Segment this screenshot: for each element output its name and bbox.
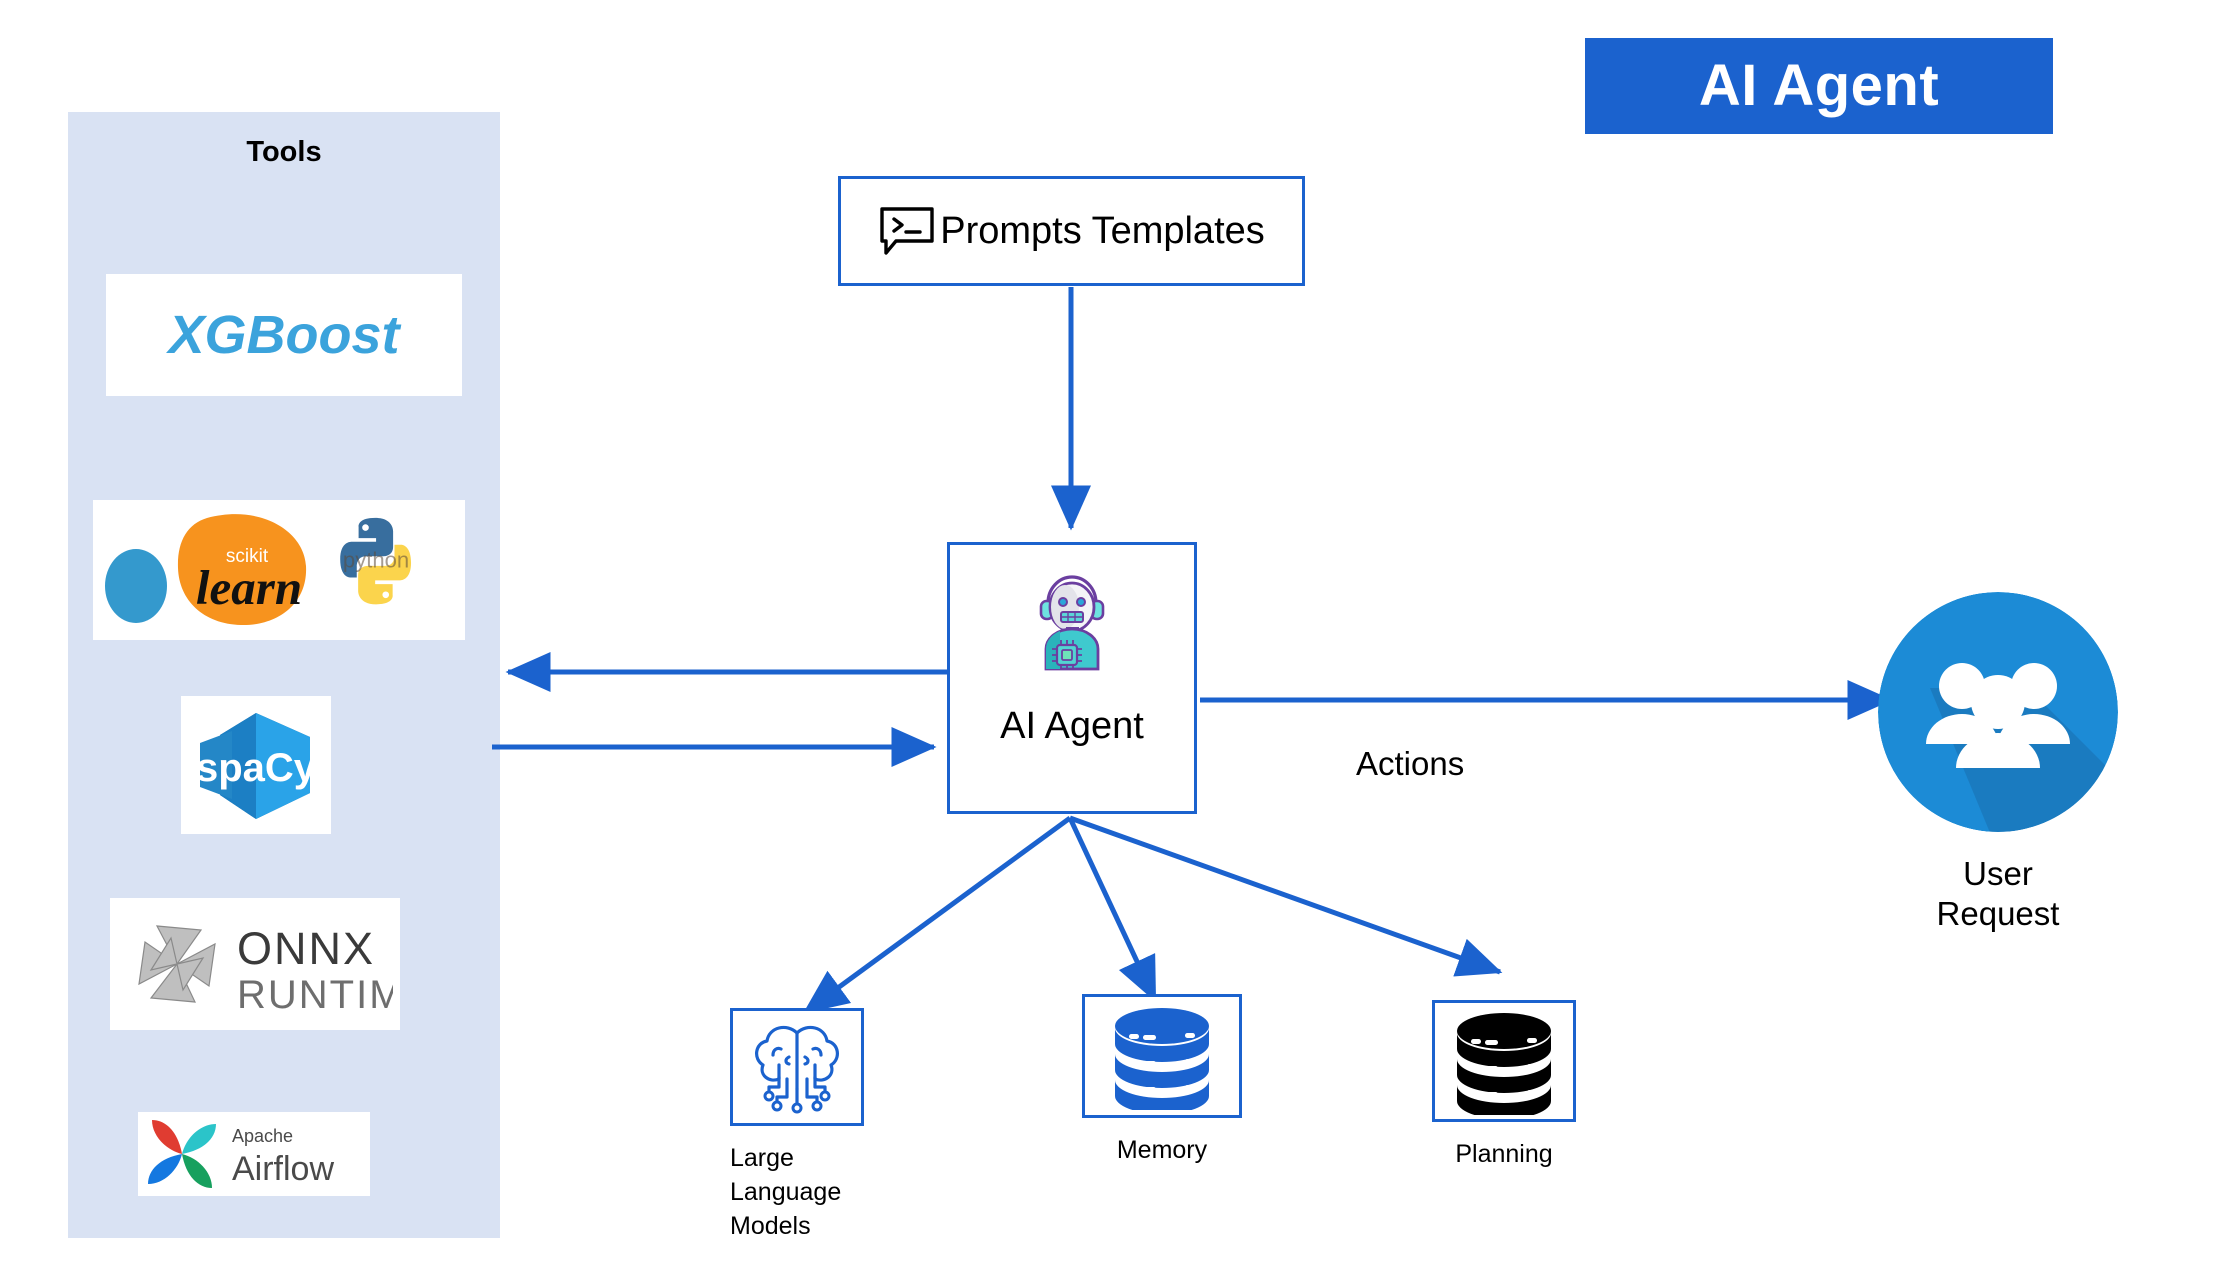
page-title: AI Agent [1698,53,1940,118]
svg-text:XGBoost: XGBoost [165,305,401,365]
database-icon [1457,1013,1551,1115]
memory-label: Memory [1116,1136,1208,1164]
edge-agent-to-llm [802,815,1072,1015]
ai-agent-label: AI Agent [1000,705,1144,747]
tool-card-spacy[interactable]: spaCy [181,696,331,834]
capability-node-llm[interactable]: Large Language Models [730,1008,864,1243]
robot-agent-icon [1039,575,1105,671]
spacy-logo: spaCy [196,713,317,819]
planning-icon-box [1432,1000,1576,1122]
capability-node-planning[interactable]: Planning [1432,1000,1576,1172]
onnx-runtime-logo: ONNX RUNTIME [138,923,393,1017]
edge-agent-to-memory [1067,816,1158,1003]
tool-card-xgboost[interactable]: XGBoost [106,274,462,396]
tool-card-apache-airflow[interactable]: Apache Airflow [138,1112,370,1196]
prompts-templates-label: Prompts Templates [940,209,1265,252]
tools-panel: Tools XGBoost scikit learn python spaCy … [68,112,500,1238]
users-group-icon-circle [1878,592,2118,832]
svg-text:ONNX: ONNX [237,923,375,974]
svg-text:python: python [343,548,409,573]
svg-text:spaCy: spaCy [196,746,317,790]
scikit-learn-python-logo: scikit learn python [105,514,412,626]
page-title-banner: AI Agent [1585,38,2053,134]
svg-text:Apache: Apache [232,1126,293,1146]
user-request-label-line2: Request [1936,894,2060,932]
user-request-label-line1: User [1963,855,2033,892]
database-icon [1115,1008,1209,1110]
svg-text:Airflow: Airflow [232,1150,334,1188]
apache-airflow-logo: Apache Airflow [148,1120,334,1188]
llm-icon-box [730,1008,864,1126]
tools-panel-heading: Tools [246,136,322,168]
brain-circuit-icon [755,1025,839,1114]
terminal-prompt-icon [880,207,934,255]
tool-card-scikit-learn-python[interactable]: scikit learn python [93,500,465,640]
llm-label: Large Language Models [730,1144,842,1240]
tool-card-onnx-runtime[interactable]: ONNX RUNTIME [110,898,400,1030]
prompts-templates-node[interactable]: Prompts Templates [838,176,1305,286]
svg-text:RUNTIME: RUNTIME [237,973,393,1017]
user-request-label: User Request [1878,854,2118,933]
memory-icon-box [1082,994,1242,1118]
planning-label: Planning [1455,1140,1553,1168]
xgboost-logo: XGBoost [165,305,401,365]
robot-agent-icon-wrap [1024,563,1120,680]
user-request-node[interactable]: User Request [1878,592,2118,933]
edge-agent-to-planning [1069,815,1503,977]
users-group-icon [1878,592,2118,832]
capability-node-memory[interactable]: Memory [1082,994,1242,1168]
actions-edge-label: Actions [1356,745,1465,782]
svg-text:learn: learn [196,560,302,615]
ai-agent-node[interactable]: AI Agent [947,542,1197,814]
